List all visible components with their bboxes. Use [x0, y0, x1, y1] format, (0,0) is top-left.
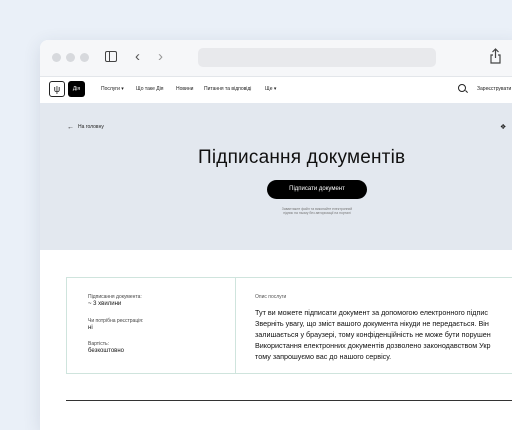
nav-more[interactable]: Ще ▾ — [265, 86, 276, 92]
diia-logo[interactable]: Дія — [68, 81, 85, 97]
nav-what-is-diia[interactable]: Що таке Дія — [136, 86, 164, 92]
duration-label: Підписання документа: — [88, 294, 142, 300]
page-title: Підписання документів — [198, 147, 406, 168]
description-label: Опис послуги — [255, 294, 287, 300]
browser-window: ‹ › ψ Дія Послуги ▾ Що таке Дія Новини П… — [40, 40, 512, 430]
arrow-left-icon: ← — [67, 124, 74, 131]
close-dot[interactable] — [52, 53, 61, 62]
service-facts: Підписання документа: ~ 3 хвилини Чи пот… — [67, 278, 236, 373]
hero-note: Завантажте файл та виконайте електронний… — [281, 207, 353, 216]
registration-value: ні — [88, 325, 93, 331]
nav-services[interactable]: Послуги ▾ — [101, 86, 124, 92]
trident-icon[interactable]: ψ — [49, 81, 65, 97]
back-to-home-link[interactable]: ← На головну — [67, 124, 104, 131]
sidebar-icon[interactable] — [105, 51, 117, 62]
forward-icon[interactable]: › — [158, 49, 163, 65]
bookmark-icon[interactable]: ❖ — [500, 123, 506, 131]
section-divider — [66, 400, 512, 401]
maximize-dot[interactable] — [80, 53, 89, 62]
site-header: ψ Дія Послуги ▾ Що таке Дія Новини Питан… — [40, 77, 512, 104]
nav-news[interactable]: Новини — [176, 86, 193, 92]
registration-label: Чи потрібна реєстрація: — [88, 318, 144, 324]
description-line: Тут ви можете підписати документ за допо… — [255, 308, 488, 317]
duration-value: ~ 3 хвилини — [88, 301, 122, 307]
back-icon[interactable]: ‹ — [135, 49, 140, 65]
share-icon[interactable] — [490, 48, 501, 64]
description-line: Використання електронних документів дозв… — [255, 341, 491, 350]
service-info-card: Підписання документа: ~ 3 хвилини Чи пот… — [66, 277, 512, 374]
browser-toolbar: ‹ › — [40, 40, 512, 77]
minimize-dot[interactable] — [66, 53, 75, 62]
register-link[interactable]: Зареєструвати — [477, 86, 511, 92]
search-icon[interactable] — [458, 84, 466, 92]
cost-label: Вартість: — [88, 341, 109, 347]
address-bar[interactable] — [198, 48, 436, 67]
description-line: тому запрошуємо вас до нашого сервісу. — [255, 352, 392, 361]
description-line: залишається у браузері, тому конфіденцій… — [255, 330, 491, 339]
description-line: Зверніть увагу, що зміст вашого документ… — [255, 319, 489, 328]
nav-faq[interactable]: Питання та відповіді — [204, 86, 251, 92]
cost-value: безкоштовно — [88, 348, 125, 354]
sign-document-button[interactable]: Підписати документ — [267, 180, 367, 199]
hero-section: ← На головну ❖ Підписання документів Підп… — [40, 103, 512, 250]
